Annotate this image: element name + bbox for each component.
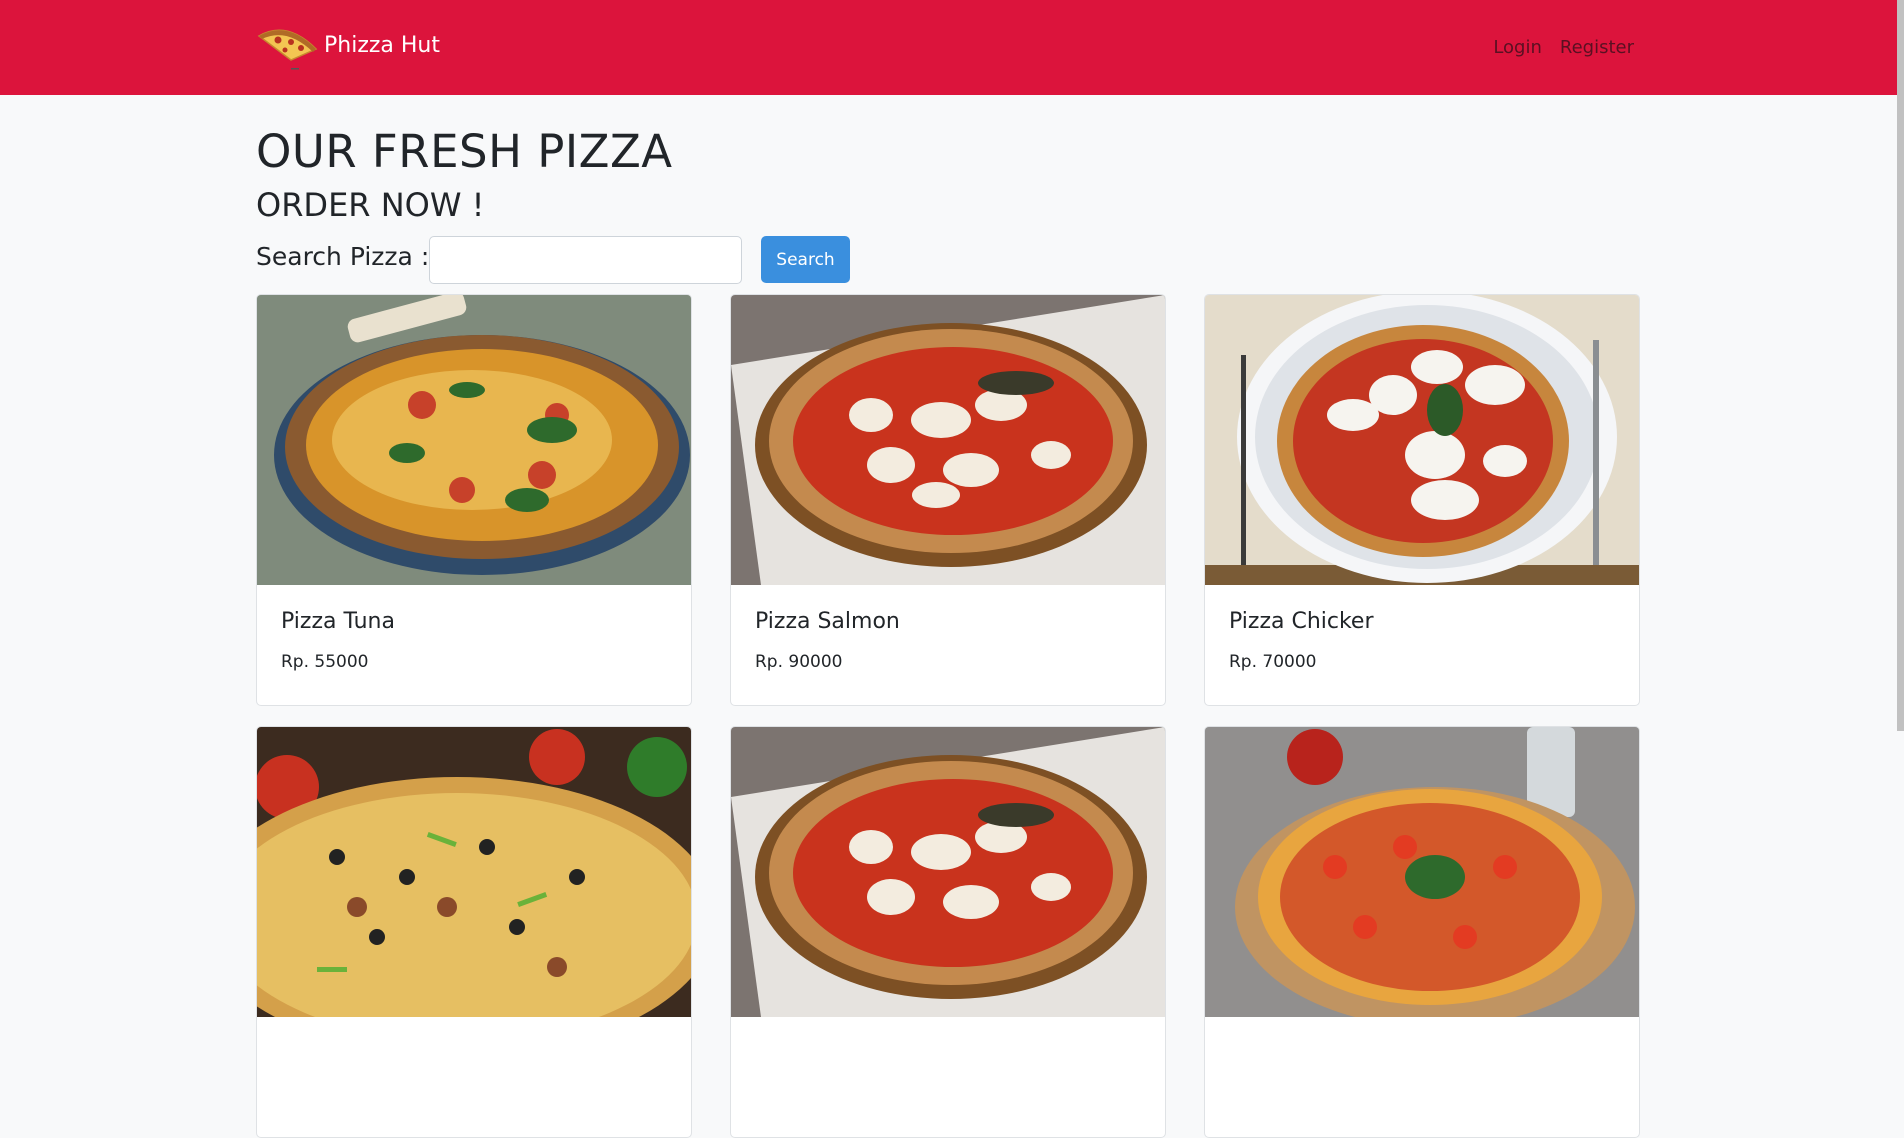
pizza-image [257,295,691,585]
nav-links: Login Register [1493,37,1634,58]
pizza-image [257,727,691,1017]
pizza-price: Rp. 90000 [755,652,843,672]
navbar: Phizza Hut Login Register [0,0,1904,95]
search-label: Search Pizza : [256,242,430,271]
page-title: OUR FRESH PIZZA [256,125,673,178]
pizza-card[interactable] [1204,726,1640,1138]
register-link[interactable]: Register [1560,37,1634,58]
brand-link[interactable]: Phizza Hut [256,24,440,70]
pizza-name: Pizza Chicker [1229,609,1374,634]
pizza-slice-icon [257,29,318,70]
login-link[interactable]: Login [1493,37,1542,58]
pizza-card[interactable]: Pizza Salmon Rp. 90000 [730,294,1166,706]
pizza-image [1205,295,1639,585]
pizza-card[interactable]: Pizza Chicker Rp. 70000 [1204,294,1640,706]
card-body: Pizza Tuna Rp. 55000 [257,585,691,705]
card-body [1205,1017,1639,1137]
search-button[interactable]: Search [761,236,850,283]
pizza-name: Pizza Tuna [281,609,395,634]
pizza-card[interactable] [256,726,692,1138]
card-body: Pizza Chicker Rp. 70000 [1205,585,1639,705]
brand-name: Phizza Hut [324,32,441,58]
pizza-image [731,727,1165,1017]
scrollbar-thumb[interactable] [1897,0,1904,731]
pizza-image [1205,727,1639,1017]
card-body [257,1017,691,1137]
page-subtitle: ORDER NOW ! [256,186,485,224]
card-body [731,1017,1165,1137]
card-body: Pizza Salmon Rp. 90000 [731,585,1165,705]
pizza-image [731,295,1165,585]
pizza-card[interactable]: Pizza Tuna Rp. 55000 [256,294,692,706]
search-input[interactable] [429,236,742,284]
pizza-price: Rp. 55000 [281,652,369,672]
pizza-name: Pizza Salmon [755,609,900,634]
pizza-card[interactable] [730,726,1166,1138]
pizza-price: Rp. 70000 [1229,652,1317,672]
search-form: Search Pizza : Search [256,236,956,284]
